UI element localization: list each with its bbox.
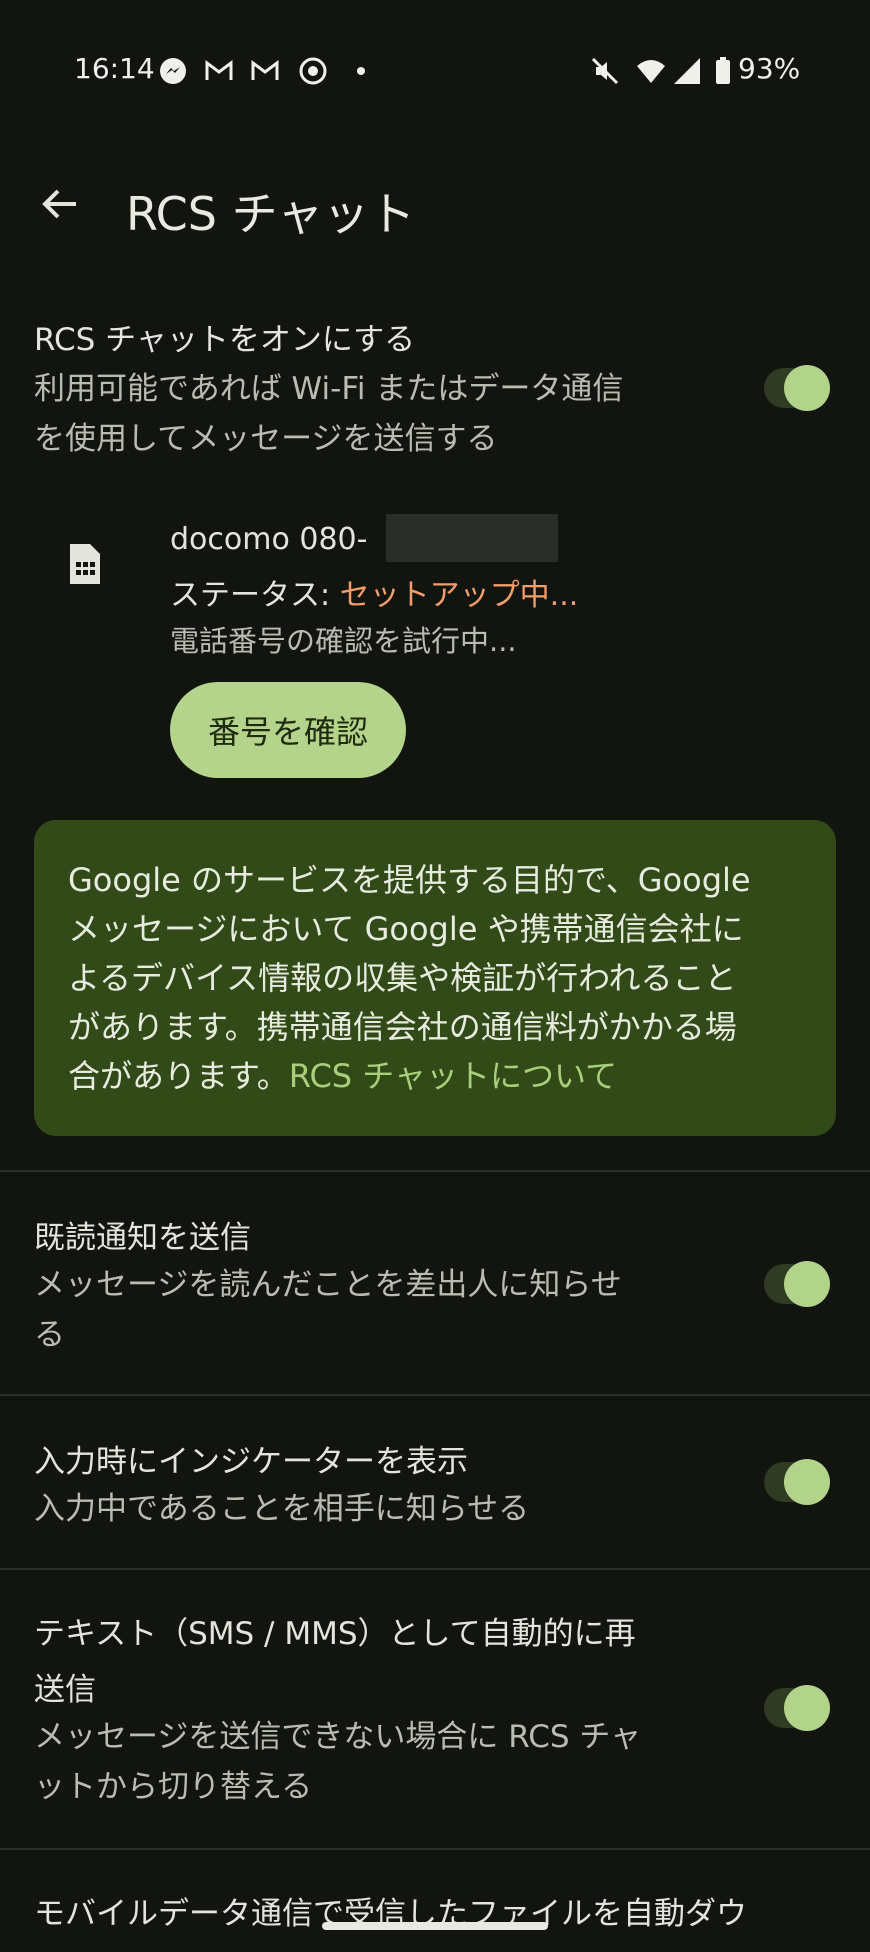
signal-icon xyxy=(674,58,700,84)
typing-indicator-sub: 入力中であることを相手に知らせる xyxy=(34,1491,530,1527)
verifying-text: 電話番号の確認を試行中... xyxy=(170,624,517,658)
auto-resend-title-2: 送信 xyxy=(34,1672,96,1708)
info-line-text: 合があります。 xyxy=(68,1057,289,1095)
rcs-toggle-sub-2: を使用してメッセージを送信する xyxy=(34,421,498,457)
toggle-knob xyxy=(784,1459,830,1505)
info-line: メッセージにおいて Google や携帯通信会社に xyxy=(68,910,744,948)
info-line: 合があります。RCS チャットについて xyxy=(68,1052,808,1101)
info-card-text: Google のサービスを提供する目的で、Google メッセージにおいて Go… xyxy=(68,856,808,1101)
status-bar: 16:14 93% xyxy=(0,0,870,140)
info-line: Google のサービスを提供する目的で、Google xyxy=(68,861,751,899)
typing-indicator-title: 入力時にインジケーターを表示 xyxy=(34,1444,468,1480)
wifi-icon xyxy=(637,60,665,83)
read-receipts-sub-2: る xyxy=(34,1317,65,1353)
sim-card-icon xyxy=(70,544,100,584)
sim-number: docomo 080- xyxy=(170,522,368,557)
status-value: セットアップ中... xyxy=(339,578,579,613)
mute-icon xyxy=(591,57,619,85)
auto-resend-sub-2: ットから切り替える xyxy=(34,1769,313,1805)
gmail-icon xyxy=(205,60,233,80)
typing-indicator-toggle[interactable] xyxy=(764,1459,830,1505)
battery-icon xyxy=(716,57,730,84)
rcs-toggle-sub-1: 利用可能であれば Wi-Fi またはデータ通信 xyxy=(34,371,624,407)
divider xyxy=(0,1568,870,1570)
read-receipts-sub-1: メッセージを読んだことを差出人に知らせ xyxy=(34,1267,622,1303)
auto-resend-toggle[interactable] xyxy=(764,1685,830,1731)
auto-resend-sub-1: メッセージを送信できない場合に RCS チャ xyxy=(34,1719,642,1755)
divider xyxy=(0,1170,870,1172)
messenger-icon xyxy=(160,58,186,84)
dot-icon xyxy=(357,67,365,75)
home-indicator[interactable] xyxy=(322,1922,548,1930)
sim-status: ステータス: セットアップ中... xyxy=(170,570,578,614)
info-line: があります。携帯通信会社の通信料がかかる場 xyxy=(68,1008,737,1046)
page-title: RCS チャット xyxy=(126,187,416,241)
divider xyxy=(0,1848,870,1850)
battery-percent: 93% xyxy=(738,52,801,85)
redacted-number xyxy=(386,514,558,562)
about-rcs-link[interactable]: RCS チャットについて xyxy=(289,1057,617,1095)
toggle-knob xyxy=(784,365,830,411)
gmail-icon xyxy=(251,60,279,80)
read-receipts-toggle[interactable] xyxy=(764,1261,830,1307)
divider xyxy=(0,1394,870,1396)
status-label: ステータス: xyxy=(170,578,340,613)
auto-resend-title-1: テキスト（SMS / MMS）として自動的に再 xyxy=(34,1616,636,1652)
toggle-knob xyxy=(784,1685,830,1731)
toggle-knob xyxy=(784,1261,830,1307)
rcs-chat-toggle[interactable] xyxy=(764,365,830,411)
info-line: よるデバイス情報の収集や検証が行われること xyxy=(68,959,737,997)
rcs-toggle-title: RCS チャットをオンにする xyxy=(34,322,416,358)
back-arrow-icon[interactable] xyxy=(36,180,84,228)
chrome-icon xyxy=(299,57,327,85)
read-receipts-title: 既読通知を送信 xyxy=(34,1220,251,1256)
verify-number-button[interactable]: 番号を確認 xyxy=(170,682,406,778)
status-time: 16:14 xyxy=(74,52,155,85)
